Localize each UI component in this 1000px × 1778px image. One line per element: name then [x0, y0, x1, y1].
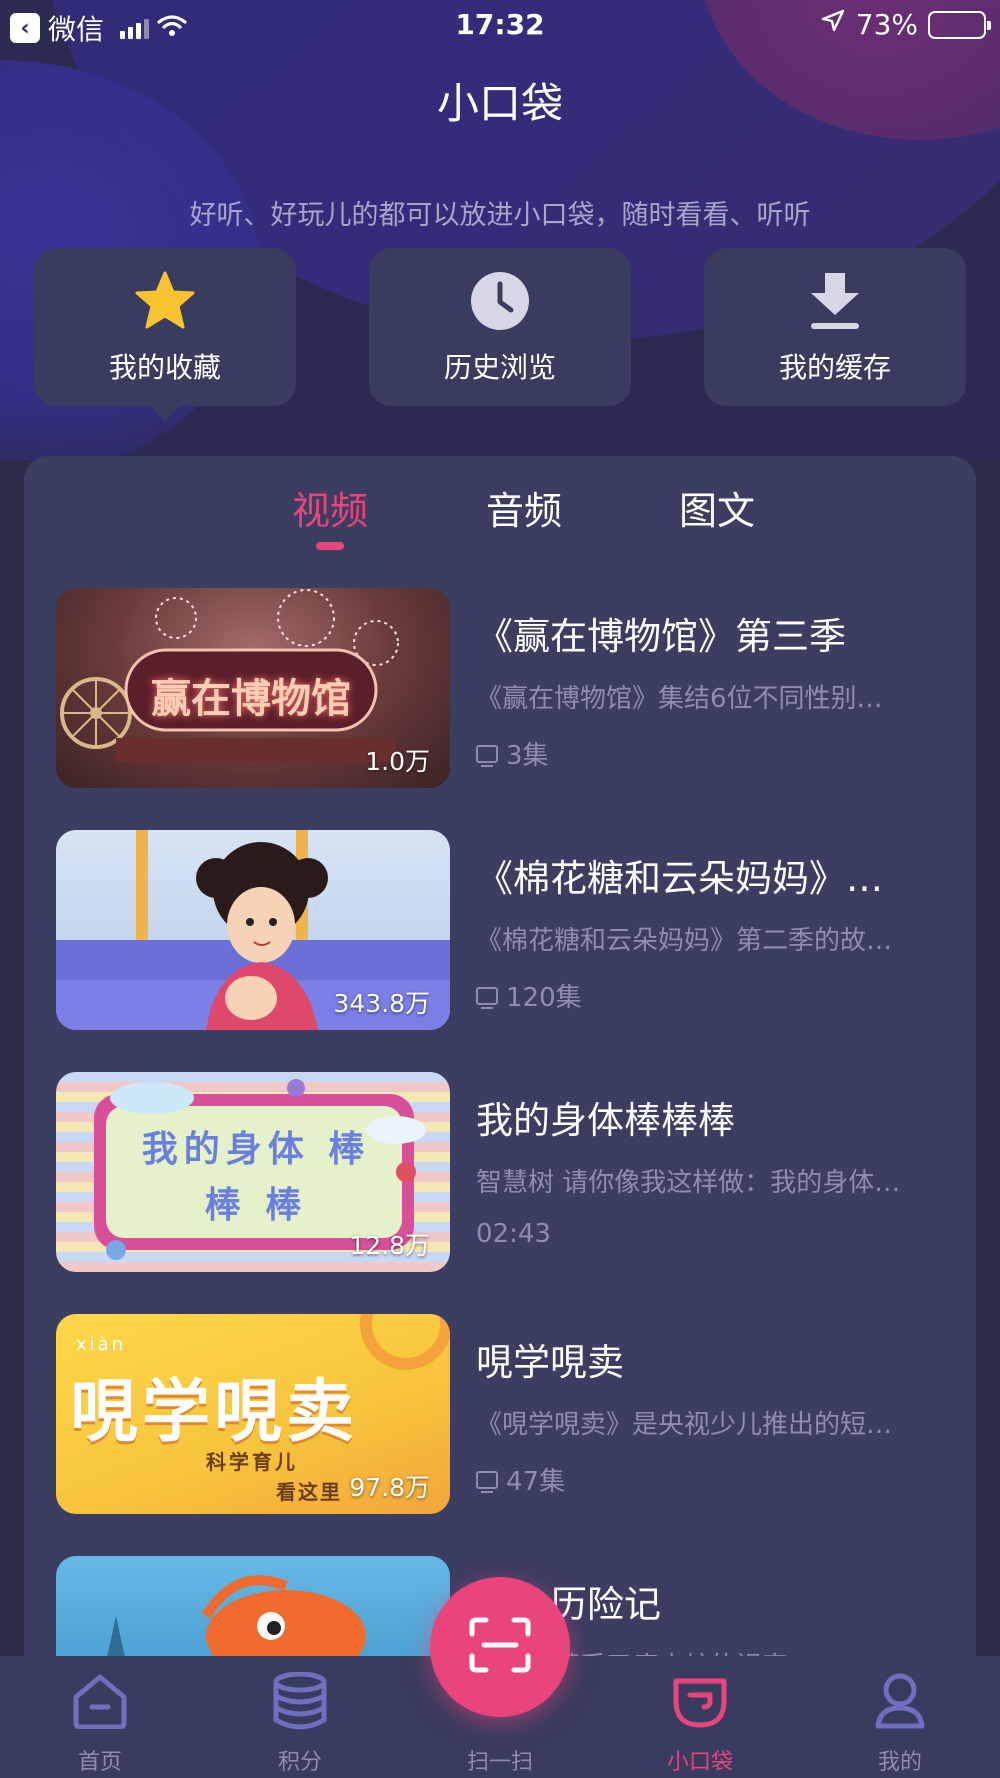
episode-count: 120集: [506, 983, 582, 1013]
nav-home-label: 首页: [77, 1750, 122, 1775]
media-tabs: 视频 音频 图文: [24, 480, 976, 550]
quick-actions: 我的收藏 历史浏览 我的缓存: [34, 248, 966, 422]
item-meta: 120集: [476, 977, 966, 1014]
video-thumbnail[interactable]: xiàn 哯学哯卖 科学育儿 看这里 97.8万: [56, 1314, 450, 1514]
page-subtitle: 好听、好玩儿的都可以放进小口袋，随时看看、听听: [189, 200, 811, 231]
item-description: 《棉花糖和云朵妈妈》第二季的故…: [476, 926, 893, 956]
status-right: 73%: [820, 8, 991, 41]
history-label: 历史浏览: [443, 351, 556, 384]
view-count: 1.0万: [365, 747, 430, 776]
clock-icon: [467, 268, 533, 334]
tab-audio[interactable]: 音频: [486, 480, 562, 535]
list-item[interactable]: xiàn 哯学哯卖 科学育儿 看这里 97.8万 哯学哯卖 《哯学哯卖》是央视少…: [56, 1314, 976, 1556]
item-title[interactable]: 我的身体棒棒棒: [476, 1090, 966, 1144]
history-card[interactable]: 历史浏览: [369, 248, 631, 406]
duration: 02:43: [476, 1219, 551, 1249]
scan-button[interactable]: [430, 1577, 570, 1717]
tab-article[interactable]: 图文: [679, 480, 755, 535]
tab-video[interactable]: 视频: [292, 480, 368, 535]
episodes-icon: [476, 744, 498, 767]
item-info[interactable]: 《棉花糖和云朵妈妈》… 《棉花糖和云朵妈妈》第二季的故… 120集: [476, 848, 966, 1014]
item-description: 《赢在博物馆》集结6位不同性别…: [476, 684, 883, 714]
item-meta: 02:43: [476, 1219, 966, 1249]
thumbnail-title-art: 哯学哯卖: [70, 1373, 359, 1452]
video-thumbnail[interactable]: 赢在博物馆 1.0万: [56, 588, 450, 788]
thumbnail-title-art: 我的身体 棒 棒 棒: [141, 1129, 371, 1226]
thumbnail-subtitle-2: 看这里: [276, 1480, 342, 1504]
page-title: 小口袋: [436, 79, 563, 128]
nav-profile-label: 我的: [877, 1750, 922, 1775]
episodes-icon: [476, 986, 498, 1009]
user-icon: [869, 1670, 931, 1732]
nav-profile[interactable]: 我的: [800, 1656, 1000, 1778]
thumbnail-subtitle: 科学育儿: [206, 1450, 298, 1474]
favorites-label: 我的收藏: [108, 351, 221, 384]
item-title[interactable]: 《棉花糖和云朵妈妈》…: [476, 848, 966, 902]
home-icon: [69, 1670, 131, 1732]
cache-card[interactable]: 我的缓存: [704, 248, 966, 406]
thumbnail-title-art: 赢在博物馆: [151, 675, 351, 722]
favorites-card[interactable]: 我的收藏: [34, 248, 296, 422]
view-count: 97.8万: [349, 1473, 430, 1502]
video-thumbnail[interactable]: 我的身体 棒 棒 棒 12.8万: [56, 1072, 450, 1272]
pocket-icon: [669, 1670, 731, 1732]
video-thumbnail[interactable]: 343.8万: [56, 830, 450, 1030]
item-description: 智慧树 请你像我这样做：我的身体…: [476, 1168, 901, 1198]
item-title[interactable]: 《赢在博物馆》第三季: [476, 606, 966, 660]
nav-pocket[interactable]: 小口袋: [600, 1656, 800, 1778]
tab-indicator: [316, 542, 344, 550]
thumbnail-pinyin: xiàn: [76, 1334, 127, 1355]
list-item[interactable]: 我的身体 棒 棒 棒 12.8万 我的身体棒棒棒 智慧树 请你像我这样做：我的身…: [56, 1072, 976, 1314]
item-meta: 47集: [476, 1461, 966, 1498]
location-icon: [820, 8, 846, 41]
nav-home[interactable]: 首页: [0, 1656, 200, 1778]
episodes-icon: [476, 1470, 498, 1493]
item-info[interactable]: 《赢在博物馆》第三季 《赢在博物馆》集结6位不同性别… 3集: [476, 606, 966, 772]
list-item[interactable]: 343.8万 《棉花糖和云朵妈妈》… 《棉花糖和云朵妈妈》第二季的故… 120集: [56, 830, 976, 1072]
cache-label: 我的缓存: [778, 351, 891, 384]
episode-count: 47集: [506, 1467, 566, 1497]
coins-icon: [269, 1670, 331, 1732]
item-description: 《哯学哯卖》是央视少儿推出的短…: [476, 1410, 893, 1440]
nav-scan-label: 扫一扫: [466, 1750, 533, 1775]
nav-points[interactable]: 积分: [200, 1656, 400, 1778]
item-info[interactable]: 哯学哯卖 《哯学哯卖》是央视少儿推出的短… 47集: [476, 1332, 966, 1498]
scan-icon: [468, 1616, 532, 1678]
star-icon: [132, 268, 198, 334]
download-icon: [802, 268, 868, 334]
battery-percent: 73%: [855, 8, 918, 41]
battery-icon: [928, 10, 991, 39]
nav-points-label: 积分: [277, 1750, 322, 1775]
status-bar: ‹ 微信 17:32 73%: [0, 0, 1000, 50]
nav-pocket-label: 小口袋: [666, 1750, 733, 1775]
episode-count: 3集: [506, 741, 549, 771]
view-count: 343.8万: [333, 989, 430, 1018]
item-info[interactable]: 我的身体棒棒棒 智慧树 请你像我这样做：我的身体… 02:43: [476, 1090, 966, 1249]
item-title[interactable]: 哯学哯卖: [476, 1332, 966, 1386]
item-meta: 3集: [476, 735, 966, 772]
view-count: 12.8万: [349, 1231, 430, 1260]
list-item[interactable]: 赢在博物馆 1.0万 《赢在博物馆》第三季 《赢在博物馆》集结6位不同性别… 3…: [56, 588, 976, 830]
